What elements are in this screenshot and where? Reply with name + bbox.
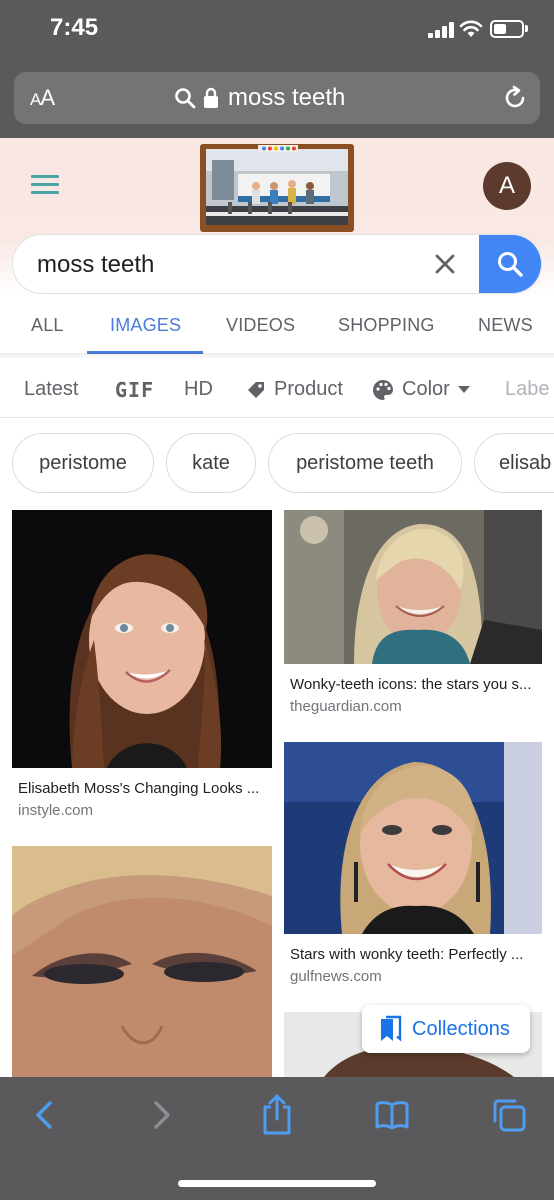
result-caption[interactable]: Wonky-teeth icons: the stars you s... [290,676,538,693]
wifi-icon [459,20,483,37]
url-field[interactable]: moss teeth [174,82,345,114]
related-searches: peristome kate peristome teeth elisab [0,432,554,496]
image-result[interactable] [12,846,272,1077]
palette-icon [373,379,393,400]
search-input[interactable]: moss teeth [37,251,154,279]
filter-color[interactable]: Color [372,378,470,401]
menu-icon[interactable] [31,175,59,195]
home-indicator[interactable] [178,1180,376,1187]
filter-label: Latest [24,378,79,400]
tag-icon [248,381,264,398]
tab-videos[interactable]: VIDEOS [226,315,295,336]
chip-kate[interactable]: kate [166,433,256,493]
header-shadow [0,353,554,359]
result-image-1[interactable] [12,510,272,768]
lock-icon [204,87,218,108]
clear-icon[interactable] [433,252,457,276]
image-result[interactable]: Stars with wonky teeth: Perfectly ... gu… [284,742,542,992]
filter-label: Product [274,378,343,400]
filter-label: HD [184,378,213,400]
reload-icon[interactable] [502,85,528,111]
filter-latest[interactable]: Latest [24,378,78,401]
bookmark-icon [381,1015,402,1042]
tab-shopping[interactable]: SHOPPING [338,315,435,336]
collections-button[interactable]: Collections [362,1005,530,1053]
bookmarks-icon[interactable] [374,1097,410,1133]
filter-label: Labe [505,378,550,400]
tab-all[interactable]: ALL [31,315,64,336]
filter-gif[interactable]: GIF [115,378,154,402]
chip-peristome[interactable]: peristome [12,433,154,493]
status-time: 7:45 [50,14,99,41]
result-source: instyle.com [18,802,94,819]
filter-labeled[interactable]: Labe [505,378,550,401]
battery-icon [490,20,524,38]
share-icon[interactable] [259,1093,295,1135]
battery-nub [525,25,528,32]
filter-hd[interactable]: HD [184,378,213,401]
image-result[interactable]: Elisabeth Moss's Changing Looks ... inst… [12,510,272,830]
dropdown-arrow-icon [457,385,470,393]
collections-label: Collections [412,1017,510,1040]
url-bar[interactable]: AA moss teeth [14,72,540,124]
result-source: theguardian.com [290,698,402,715]
image-result[interactable]: Wonky-teeth icons: the stars you s... th… [284,510,542,720]
result-image-2[interactable] [284,510,542,664]
result-caption[interactable]: Stars with wonky teeth: Perfectly ... [290,946,538,963]
search-button[interactable] [479,235,541,293]
filter-label: GIF [115,378,155,402]
text-size-button[interactable]: AA [30,85,55,111]
tab-images[interactable]: IMAGES [110,315,181,336]
filter-label: Color [402,378,450,400]
battery-level [494,24,506,34]
result-source: gulfnews.com [290,968,382,985]
forward-icon[interactable] [142,1097,178,1133]
filter-product[interactable]: Product [246,378,343,401]
search-tabs: ALL IMAGES VIDEOS SHOPPING NEWS [0,306,554,354]
chip-peristome-teeth[interactable]: peristome teeth [268,433,462,493]
cellular-signal-icon [428,22,454,38]
back-icon[interactable] [28,1097,64,1133]
filter-bar: Latest GIF HD Product Color Labe [0,362,554,418]
tab-news[interactable]: NEWS [478,315,533,336]
account-avatar[interactable]: A [483,162,531,210]
search-icon [498,252,523,277]
browser-top-chrome: 7:45 AA moss teeth [0,0,554,138]
search-field[interactable]: moss teeth [12,234,542,294]
chip-elisabeth[interactable]: elisab [474,433,554,493]
search-icon [175,88,196,109]
google-doodle-logo[interactable] [198,140,356,234]
result-image-3[interactable] [284,742,542,934]
google-header: A moss teeth ALL IMAGES VIDEOS SHOPPING … [0,138,554,354]
tabs-icon[interactable] [491,1097,527,1133]
url-text: moss teeth [228,84,346,111]
result-caption[interactable]: Elisabeth Moss's Changing Looks ... [18,780,268,797]
result-image-4[interactable] [12,846,272,1077]
